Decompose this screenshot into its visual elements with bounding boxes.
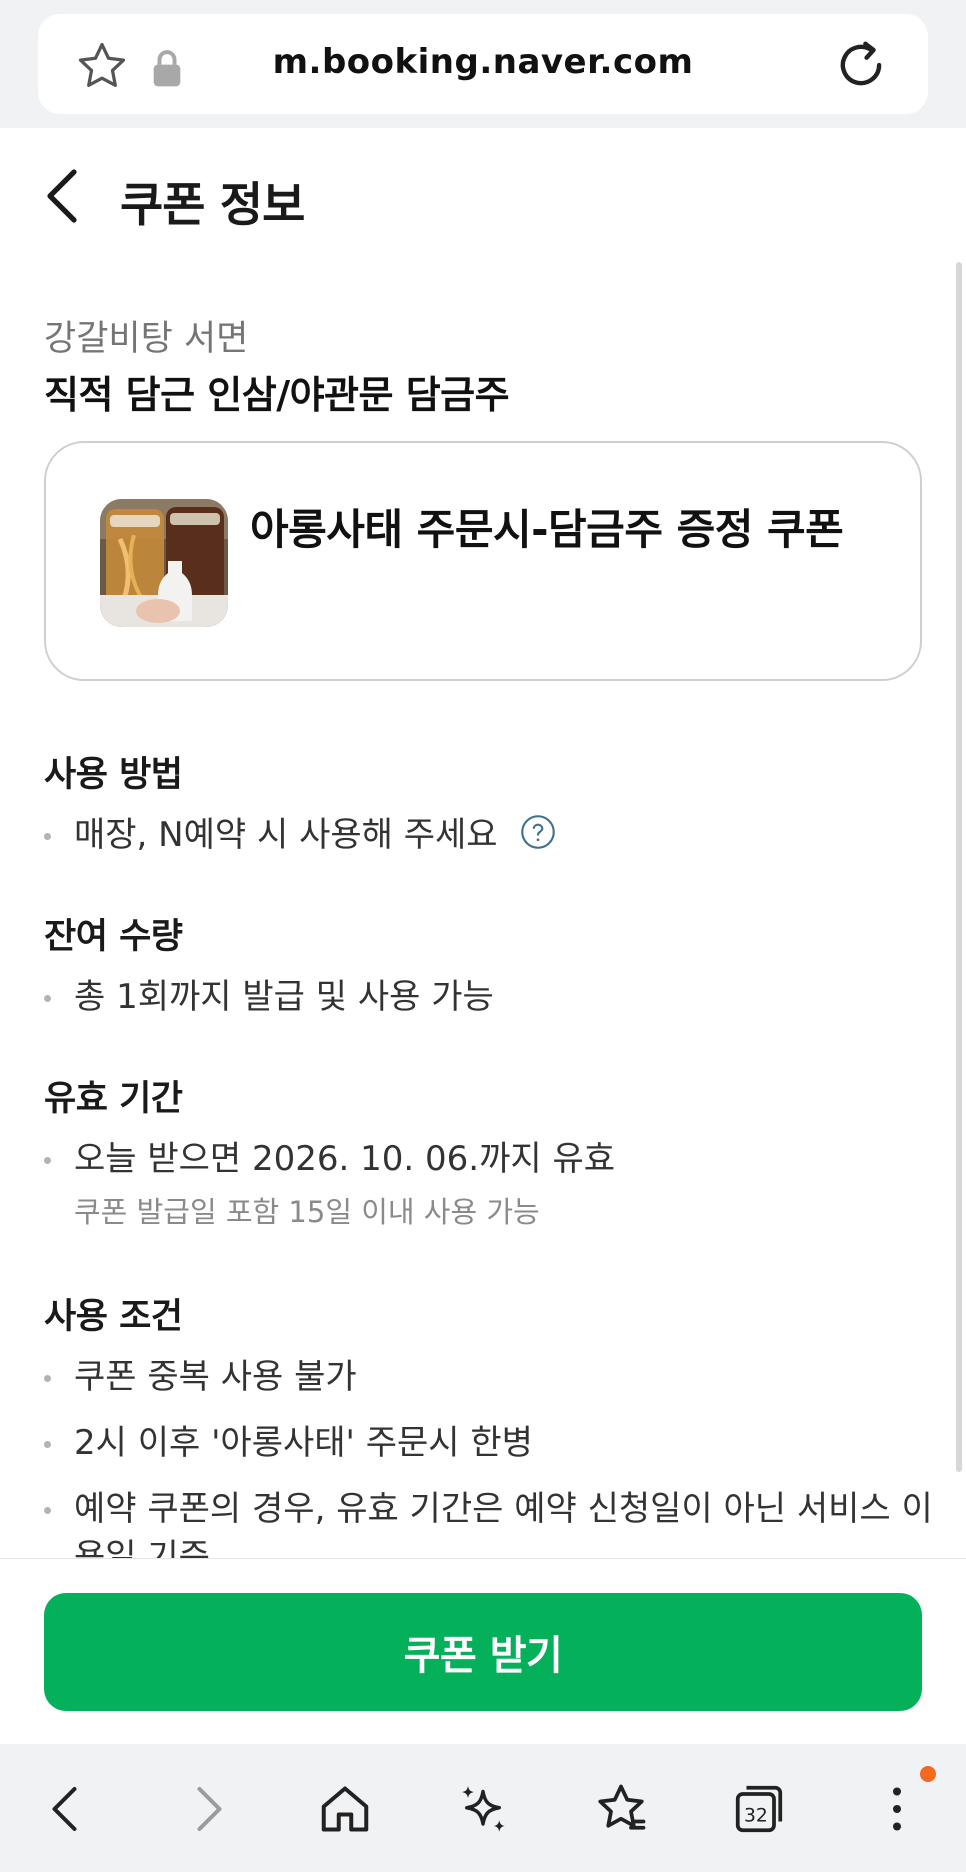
list-item: 쿠폰 중복 사용 불가 <box>44 1353 944 1401</box>
bookmarks-icon <box>598 1784 646 1830</box>
page: m.booking.naver.com 쿠폰 정보 강갈비탕 서면 직적 담근 … <box>0 0 966 1872</box>
coupon-thumbnail <box>100 499 228 627</box>
browser-home-button[interactable] <box>310 1774 380 1844</box>
bottom-action-bar: 쿠폰 받기 <box>0 1558 966 1744</box>
browser-tabs-button[interactable]: 32 <box>724 1774 794 1844</box>
list-item: 총 1회까지 발급 및 사용 가능 <box>44 973 944 1021</box>
section-title: 유효 기간 <box>44 1079 183 1119</box>
browser-forward-button[interactable] <box>172 1774 242 1844</box>
back-arrow-icon <box>52 1787 77 1831</box>
more-icon <box>893 1787 901 1831</box>
validity-section: 유효 기간 오늘 받으면 2026. 10. 06.까지 유효 쿠폰 발급일 포… <box>44 1070 944 1231</box>
reload-icon[interactable] <box>832 36 890 94</box>
browser-menu-button[interactable] <box>862 1774 932 1844</box>
section-title: 사용 방법 <box>44 755 183 795</box>
conditions-section: 사용 조건 쿠폰 중복 사용 불가 2시 이후 '아롱사태' 주문시 한병 예약… <box>44 1288 944 1558</box>
list-item: 예약 쿠폰의 경우, 유효 기간은 예약 신청일이 아닌 서비스 이용일 기준 <box>44 1485 944 1558</box>
sparkle-icon <box>462 1786 505 1832</box>
usage-item-text: 매장, N예약 시 사용해 주세요 <box>74 815 498 855</box>
tabs-icon: 32 <box>735 1785 783 1833</box>
browser-bookmarks-button[interactable] <box>586 1774 656 1844</box>
address-bar[interactable]: m.booking.naver.com <box>38 14 928 114</box>
browser-ai-button[interactable] <box>448 1774 518 1844</box>
help-icon[interactable] <box>520 814 556 850</box>
url-text[interactable]: m.booking.naver.com <box>188 42 778 82</box>
usage-section: 사용 방법 매장, N예약 시 사용해 주세요 <box>44 746 944 859</box>
get-coupon-button[interactable]: 쿠폰 받기 <box>44 1593 922 1711</box>
section-title: 사용 조건 <box>44 1297 183 1337</box>
star-icon[interactable] <box>74 38 130 94</box>
coupon-title: 아롱사태 주문시-담금주 증정 쿠폰 <box>250 505 844 554</box>
list-item: 오늘 받으면 2026. 10. 06.까지 유효 <box>44 1135 944 1183</box>
coupon-product-name: 직적 담근 인삼/야관문 담금주 <box>44 373 510 417</box>
coupon-detail-content: 강갈비탕 서면 직적 담근 인삼/야관문 담금주 아롱사태 주문시-담금주 증정… <box>0 258 966 1558</box>
browser-toolbar: m.booking.naver.com <box>0 0 966 128</box>
list-item: 2시 이후 '아롱사태' 주문시 한병 <box>44 1419 944 1467</box>
validity-note: 쿠폰 발급일 포함 15일 이내 사용 가능 <box>74 1195 540 1229</box>
notification-dot <box>920 1766 936 1782</box>
tabs-count: 32 <box>744 1806 768 1827</box>
page-title: 쿠폰 정보 <box>120 178 305 233</box>
forward-arrow-icon <box>197 1787 222 1831</box>
page-header: 쿠폰 정보 <box>0 128 966 258</box>
browser-back-button[interactable] <box>32 1774 102 1844</box>
store-name[interactable]: 강갈비탕 서면 <box>44 310 248 361</box>
back-chevron-icon[interactable] <box>38 166 86 226</box>
coupon-card: 아롱사태 주문시-담금주 증정 쿠폰 <box>44 441 922 681</box>
list-item: 매장, N예약 시 사용해 주세요 <box>44 811 944 859</box>
home-icon <box>321 1786 369 1832</box>
browser-bottom-nav: 32 <box>0 1744 966 1872</box>
remaining-section: 잔여 수량 총 1회까지 발급 및 사용 가능 <box>44 908 944 1021</box>
lock-icon <box>153 50 181 87</box>
section-title: 잔여 수량 <box>44 917 183 957</box>
